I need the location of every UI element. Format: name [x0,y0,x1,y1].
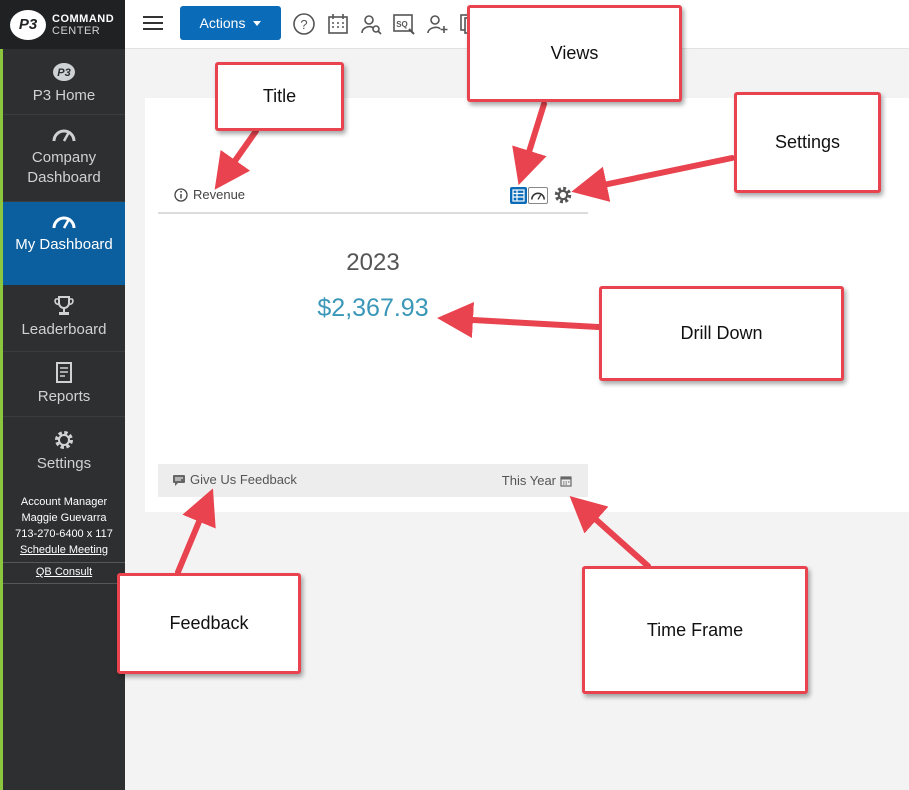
brand-logo: P3 [10,9,46,40]
calendar-icon[interactable] [326,12,350,36]
menu-toggle-icon[interactable] [143,16,163,32]
calendar-icon [560,475,572,487]
callout-timeframe: Time Frame [582,566,808,694]
sidebar-item-label: P3 Home [32,87,96,104]
caret-down-icon [253,20,262,26]
help-icon[interactable]: ? [292,12,316,36]
divider [3,562,125,563]
gear-icon [55,431,73,449]
account-manager-info: Account Manager Maggie Guevarra 713-270-… [3,494,125,558]
widget-year: 2023 [346,249,400,276]
account-manager-phone: 713-270-6400 x 117 [15,528,113,540]
sidebar-item-label: Company Dashboard [27,149,101,186]
sidebar-item-leaderboard[interactable]: Leaderboard [3,286,125,352]
sidebar-item-reports[interactable]: Reports [3,353,125,417]
gauge-icon [52,129,76,142]
widget-title[interactable]: Revenue [174,187,245,202]
callout-feedback: Feedback [117,573,301,674]
comment-icon [173,474,185,486]
brand-name-line2: CENTER [52,24,101,37]
sidebar-item-label: My Dashboard [15,236,113,253]
p3-home-icon: P3 [53,63,75,81]
actions-button[interactable]: Actions [180,6,281,40]
timeframe-label: This Year [501,473,556,488]
timeframe-selector[interactable]: This Year [502,473,572,488]
account-manager-title: Account Manager [20,496,108,508]
add-user-icon[interactable] [425,12,449,36]
widget-header: Revenue [158,177,588,214]
feedback-link-label: Give Us Feedback [190,472,297,487]
widget-value[interactable]: $2,367.93 [158,294,588,323]
report-icon [56,362,72,383]
divider [3,583,125,584]
sidebar-item-label: Leaderboard [21,321,107,338]
account-manager-name: Maggie Guevarra [21,512,107,524]
schedule-meeting-link[interactable]: Schedule Meeting [3,542,125,558]
trophy-icon [54,296,74,315]
feedback-link[interactable]: Give Us Feedback [172,472,297,487]
sidebar-item-my-dashboard[interactable]: My Dashboard [3,202,125,285]
svg-text:P3: P3 [57,67,70,79]
gear-icon[interactable] [553,185,573,205]
callout-drilldown: Drill Down [599,286,844,381]
info-icon[interactable] [174,187,188,202]
gauge-icon [52,216,76,229]
callout-title: Title [215,62,344,131]
brand-name-line1: COMMAND [52,12,115,25]
svg-text:?: ? [300,17,307,32]
sidebar-item-label: Settings [36,455,92,472]
arrow-timeframe [569,496,651,569]
widget-footer: Give Us Feedback This Year [158,464,588,497]
sidebar-item-company-dashboard[interactable]: Company Dashboard [3,116,125,202]
gauge-view-icon[interactable] [528,187,548,204]
actions-button-label: Actions [199,15,246,31]
brand-header[interactable]: P3 COMMAND CENTER [0,0,125,49]
sidebar-item-label: Reports [37,388,91,405]
qb-consult-link[interactable]: QB Consult [3,566,125,578]
sidebar-item-p3-home[interactable]: P3 P3 Home [3,54,125,115]
widget-title-label: Revenue [193,187,246,202]
user-search-icon[interactable] [359,12,383,36]
callout-views: Views [467,5,682,102]
sidebar-item-settings[interactable]: Settings [3,418,125,486]
arrow-feedback [175,488,216,575]
sq-search-icon[interactable]: SQ [392,12,416,36]
sidebar: P3 COMMAND CENTER P3 P3 Home Company Das… [0,0,125,790]
table-view-icon[interactable] [510,187,527,204]
svg-text:SQ: SQ [396,20,408,29]
callout-settings: Settings [734,92,881,193]
brand-name: COMMAND CENTER [52,13,114,37]
revenue-widget: Revenue 2023 $2,367.93 Give Us Feedback … [158,177,588,497]
